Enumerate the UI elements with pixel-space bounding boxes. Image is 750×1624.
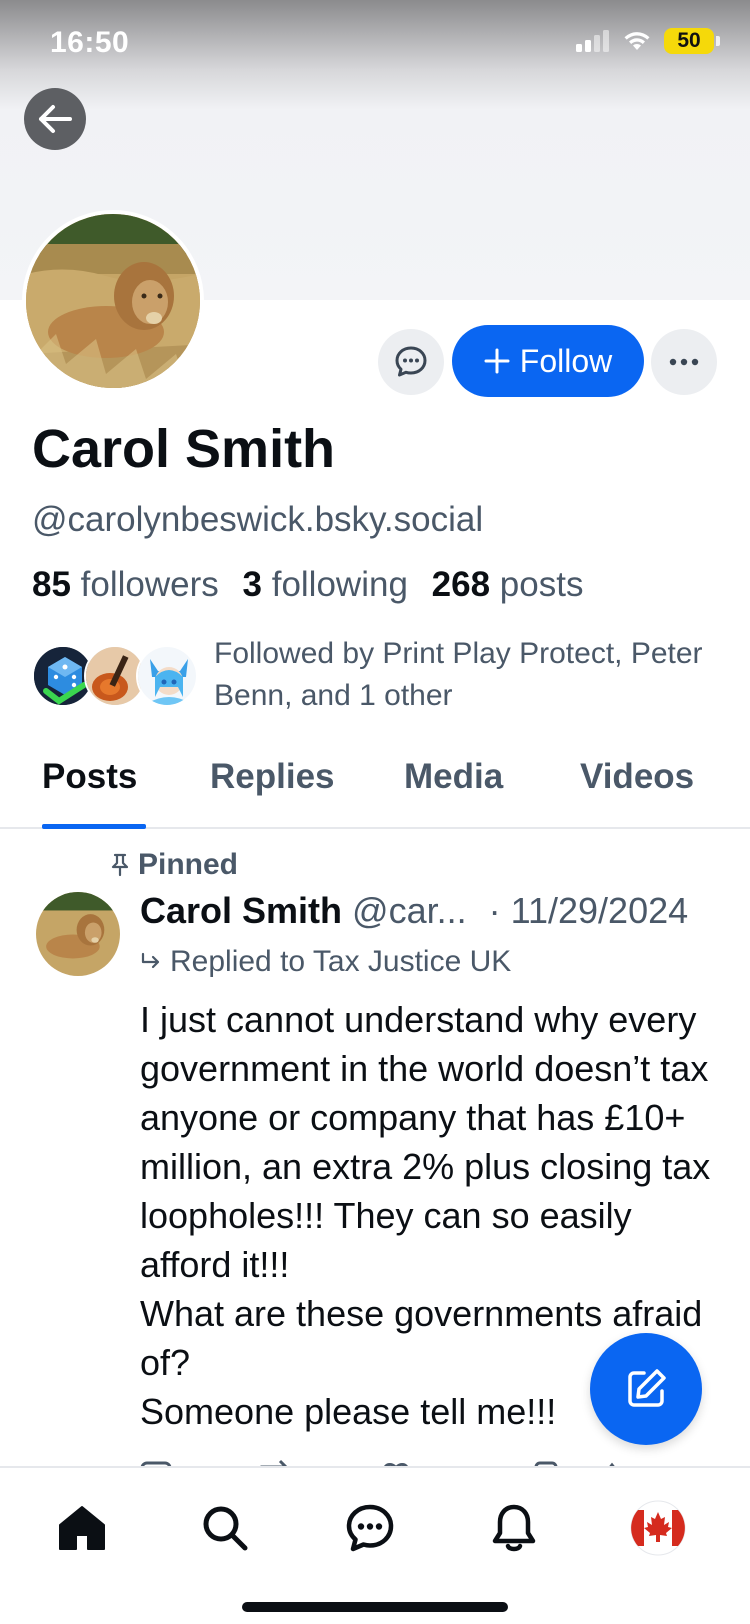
bell-icon [492, 1504, 536, 1552]
more-options-button[interactable] [651, 329, 717, 395]
signal-icon [576, 30, 609, 52]
ellipsis-icon [669, 358, 699, 366]
post-text-paragraph: I just cannot understand why every gover… [140, 999, 711, 1285]
pinned-label: Pinned [138, 848, 239, 881]
wifi-icon [624, 32, 650, 50]
profile-handle: @carolynbeswick.bsky.social [32, 500, 484, 539]
reply-arrow-icon [141, 952, 160, 969]
followers-count: 85 [32, 565, 71, 604]
status-bar: 16:50 50 [0, 0, 750, 90]
replied-to-label: Replied to Tax Justice UK [170, 945, 512, 978]
following-label: following [271, 565, 408, 604]
compose-icon [628, 1369, 666, 1407]
posts-stat: 268 posts [432, 565, 584, 604]
lion-photo [26, 214, 200, 388]
chat-bubble-icon [395, 346, 427, 377]
back-button[interactable] [24, 88, 86, 150]
status-time: 16:50 [50, 26, 130, 59]
following-link[interactable]: 3 following [243, 565, 408, 604]
post-author-avatar[interactable] [36, 892, 120, 976]
nav-profile[interactable] [628, 1498, 688, 1558]
nav-notifications[interactable] [484, 1498, 544, 1558]
follower-avatar-anime [136, 645, 198, 707]
replied-to[interactable]: Replied to Tax Justice UK [140, 945, 511, 979]
post-header: Carol Smith @car... · 11/29/2024 [140, 890, 720, 932]
pin-icon [111, 853, 129, 877]
profile-avatar[interactable] [22, 210, 204, 392]
plus-icon [484, 348, 510, 374]
follow-button-label: Follow [519, 342, 613, 379]
profile-stats: 85 followers 3 following 268 posts [32, 565, 583, 605]
compose-post-button[interactable] [590, 1333, 702, 1445]
profile-display-name: Carol Smith [32, 419, 336, 479]
tab-media[interactable]: Media [404, 757, 503, 797]
active-tab-indicator [42, 824, 146, 829]
chat-icon [346, 1504, 394, 1552]
followers-label: followers [80, 565, 219, 604]
nav-home[interactable] [52, 1498, 112, 1558]
avatar-canada-flag-icon [630, 1500, 686, 1556]
battery-icon: 50 [664, 28, 720, 54]
profile-tabs: Posts Replies Media Videos [0, 745, 750, 829]
posts-label: posts [499, 565, 584, 604]
home-indicator [242, 1602, 508, 1612]
bottom-navigation [0, 1466, 750, 1624]
posts-count: 268 [431, 565, 491, 604]
pinned-indicator: Pinned [110, 848, 238, 882]
tab-posts[interactable]: Posts [42, 757, 137, 797]
post-author-name[interactable]: Carol Smith [140, 890, 342, 931]
followers-link[interactable]: 85 followers [32, 565, 219, 604]
battery-level: 50 [677, 29, 701, 52]
nav-search[interactable] [195, 1498, 255, 1558]
status-icons: 50 [576, 28, 720, 54]
follow-button[interactable]: Follow [452, 325, 644, 397]
home-icon [59, 1506, 105, 1550]
lion-photo-small [36, 892, 120, 976]
tab-replies[interactable]: Replies [210, 757, 335, 797]
following-count: 3 [242, 565, 262, 604]
search-icon [203, 1506, 248, 1551]
followed-by-text[interactable]: Followed by Print Play Protect, Peter Be… [214, 633, 714, 717]
arrow-left-icon [39, 105, 72, 133]
nav-chat[interactable] [340, 1498, 400, 1558]
message-button[interactable] [378, 329, 444, 395]
post-date[interactable]: · 11/29/2024 [489, 890, 689, 931]
post-author-handle[interactable]: @car... [352, 890, 467, 931]
tab-videos[interactable]: Videos [580, 757, 694, 797]
